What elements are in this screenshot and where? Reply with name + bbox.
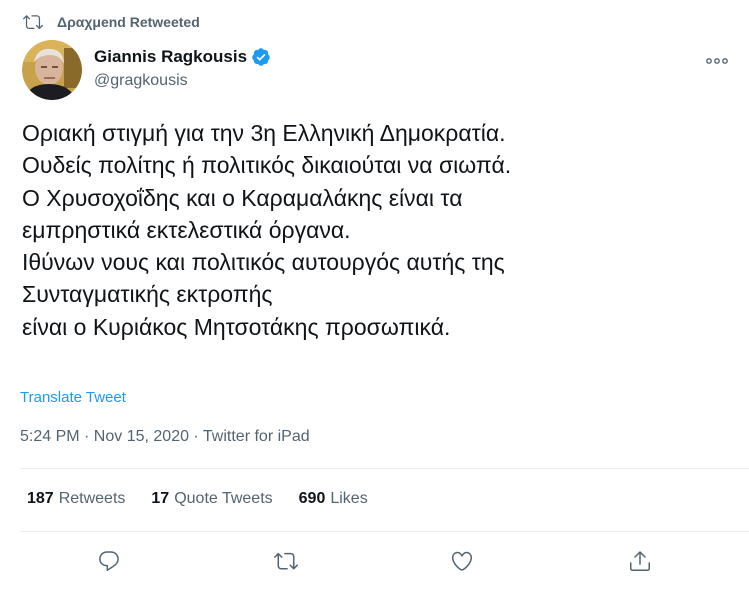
divider [20,531,749,532]
tweet-line: Ο Χρυσοχοΐδης και ο Καραμαλάκης είναι τα [22,184,463,211]
reply-icon [99,551,119,571]
divider [20,468,749,469]
like-button[interactable] [449,548,475,574]
author-block[interactable]: Giannis Ragkousis @gragkousis [94,47,271,90]
tweet-line: εμπρηστικά εκτελεστικά όργανα. [22,216,351,243]
tweet-line: Συνταγματικής εκτροπής [22,281,273,308]
heart-icon [451,551,473,571]
retweet-context-label: Δραχμend Retweeted [57,14,200,30]
retweet-icon [23,15,43,30]
tweet-text: Οριακή στιγμή για την 3η Ελληνική Δημοκρ… [22,117,732,343]
tweet-line: είναι ο Κυριάκος Μητσοτάκης προσωπικά. [22,313,451,340]
more-icon[interactable] [705,49,729,73]
reply-button[interactable] [96,548,122,574]
tweet-line: Οριακή στιγμή για την 3η Ελληνική Δημοκρ… [22,120,506,146]
likes-count: 690 [298,490,326,507]
retweet-context[interactable]: Δραχμend Retweeted [22,12,200,32]
handle[interactable]: @gragkousis [94,72,271,90]
share-button[interactable] [627,548,653,574]
tweet-actions [0,548,749,576]
tweet-stats: 187 Retweets 17 Quote Tweets 690 Likes [27,490,394,508]
avatar[interactable] [22,40,82,100]
retweet-button[interactable] [273,548,299,574]
verified-badge-icon [252,48,270,66]
tweet-header: Giannis Ragkousis @gragkousis [22,40,731,104]
tweet-line: Ιθύνων νους και πολιτικός αυτουργός αυτή… [22,249,505,276]
tweet-line: Ουδείς πολίτης ή πολιτικός δικαιούται να… [22,152,512,179]
translate-tweet-link[interactable]: Translate Tweet [20,389,126,406]
quote-tweets-stat[interactable]: 17 Quote Tweets [151,490,272,508]
quote-tweets-label: Quote Tweets [174,490,273,507]
retweets-label: Retweets [58,490,126,507]
quote-tweets-count: 17 [151,490,170,507]
display-name[interactable]: Giannis Ragkousis [94,47,247,67]
likes-stat[interactable]: 690 Likes [299,490,368,508]
tweet-timestamp[interactable]: 5:24 PM · Nov 15, 2020 · Twitter for iPa… [20,428,310,446]
retweets-stat[interactable]: 187 Retweets [27,490,125,508]
retweet-icon [274,552,298,570]
retweets-count: 187 [27,490,54,507]
likes-label: Likes [330,490,368,507]
share-icon [630,551,650,571]
avatar-image [22,40,82,100]
